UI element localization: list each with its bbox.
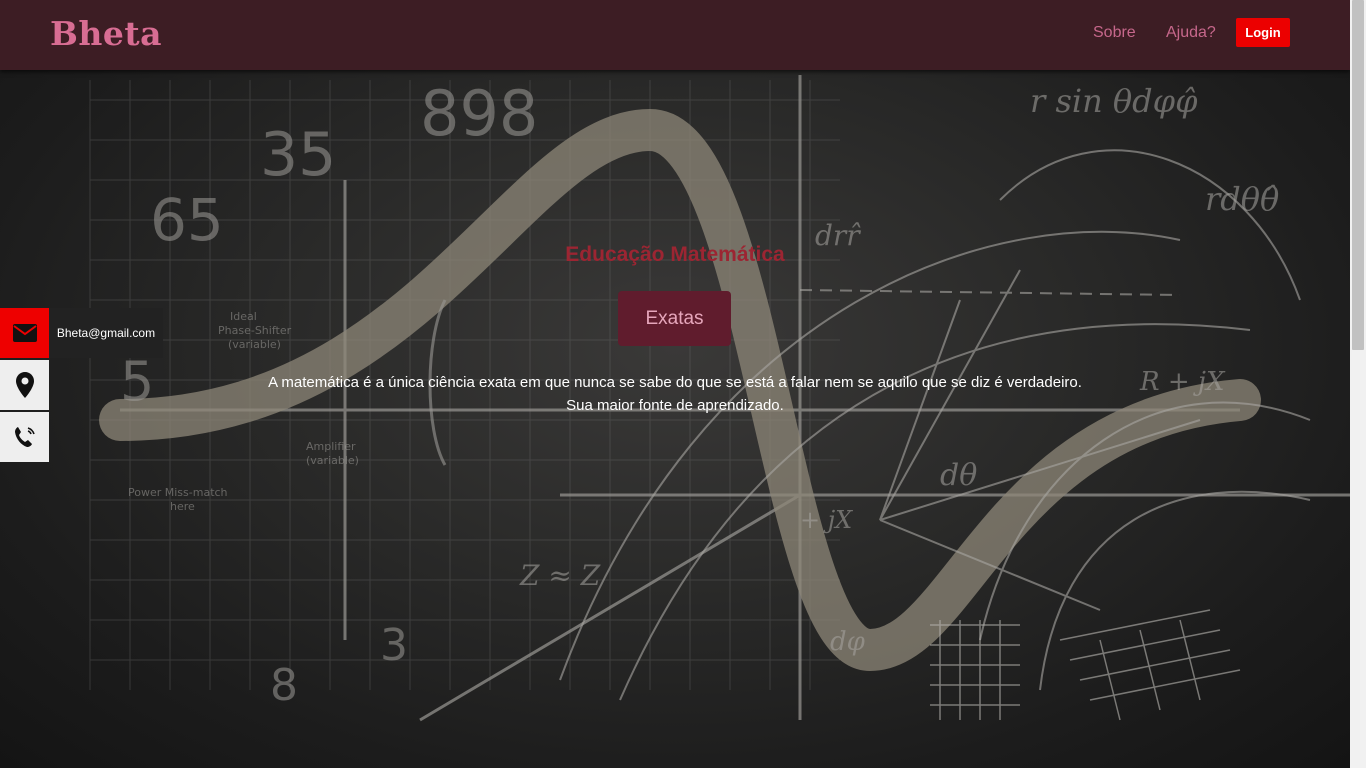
map-pin-icon [15, 372, 34, 398]
svg-text:Ideal: Ideal [230, 310, 257, 323]
hero-quote: A matemática é a única ciência exata em … [268, 374, 1082, 391]
login-button[interactable]: Login [1236, 18, 1290, 47]
contact-phone-button[interactable] [0, 412, 49, 462]
svg-text:3: 3 [380, 620, 408, 671]
svg-text:+ jX: + jX [800, 506, 853, 534]
svg-text:here: here [170, 500, 195, 513]
svg-text:Power Miss-match: Power Miss-match [128, 486, 228, 499]
svg-text:35: 35 [260, 120, 336, 190]
svg-text:rdθθ̂: rdθθ̂ [1205, 180, 1279, 218]
svg-text:Phase-Shifter: Phase-Shifter [218, 324, 292, 337]
contact-location-button[interactable] [0, 360, 49, 410]
contact-email-button[interactable] [0, 308, 49, 358]
top-navbar: Bheta Sobre Ajuda? Login [0, 0, 1350, 70]
svg-text:Z ≈ Z: Z ≈ Z [519, 559, 601, 592]
nav-link-ajuda[interactable]: Ajuda? [1166, 24, 1216, 42]
hero-title: Educação Matemática [565, 243, 785, 266]
phone-icon [14, 427, 35, 447]
svg-text:(variable): (variable) [306, 454, 359, 467]
svg-text:(variable): (variable) [228, 338, 281, 351]
svg-text:dφ: dφ [830, 627, 866, 657]
brand-logo[interactable]: Bheta [50, 14, 162, 53]
svg-text:Amplifier: Amplifier [306, 440, 356, 453]
svg-text:898: 898 [420, 77, 538, 150]
hero-text: A matemática é a única ciência exata em … [0, 371, 1350, 417]
nav-link-sobre[interactable]: Sobre [1093, 24, 1136, 42]
contact-email-label: Bheta@gmail.com [49, 308, 163, 358]
hero-subtitle: Sua maior fonte de aprendizado. [566, 397, 784, 414]
exatas-button[interactable]: Exatas [618, 291, 731, 346]
scrollbar-thumb[interactable] [1352, 0, 1364, 350]
envelope-icon [12, 324, 37, 342]
page-scrollbar[interactable] [1350, 0, 1366, 768]
svg-text:8: 8 [270, 660, 298, 711]
svg-text:r sin θdφφ̂: r sin θdφφ̂ [1030, 82, 1198, 120]
svg-text:dθ: dθ [940, 458, 977, 493]
